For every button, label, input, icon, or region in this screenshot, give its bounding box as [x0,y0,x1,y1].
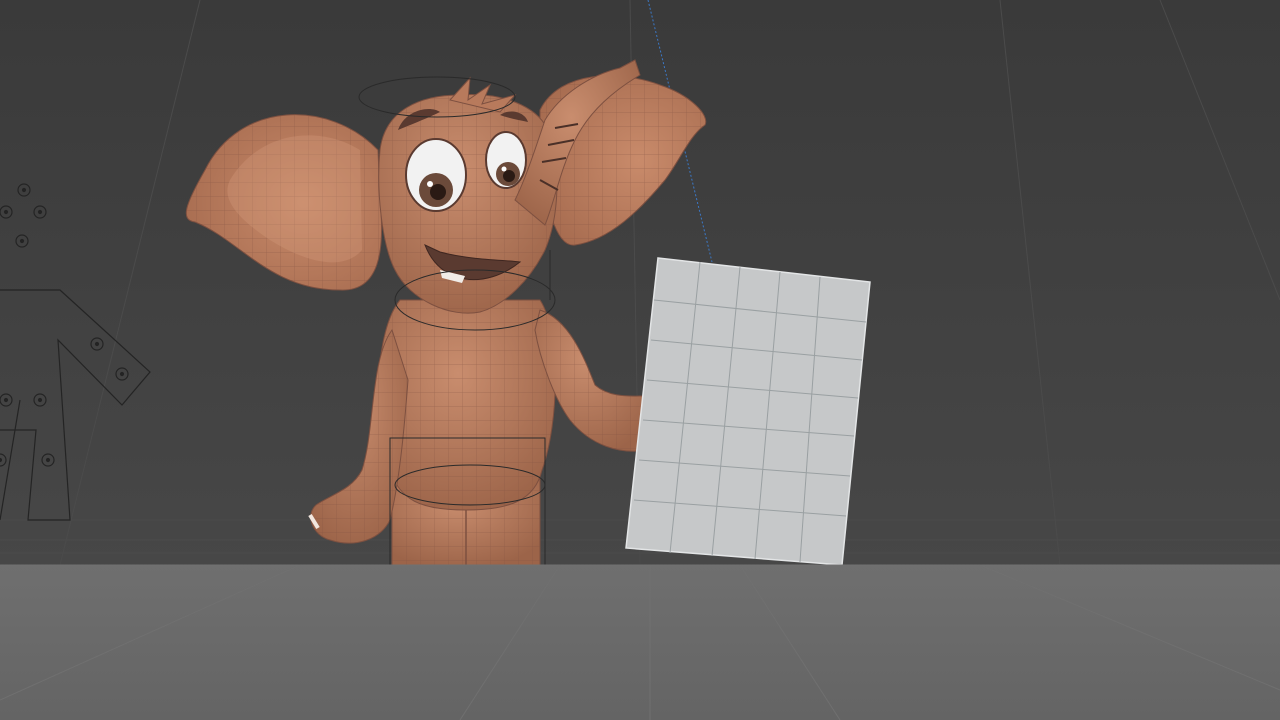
floor-plane[interactable] [0,565,1280,720]
wireframe-board[interactable] [625,257,871,566]
viewport-canvas[interactable] [0,0,1280,720]
3d-viewport[interactable] [0,0,1280,720]
